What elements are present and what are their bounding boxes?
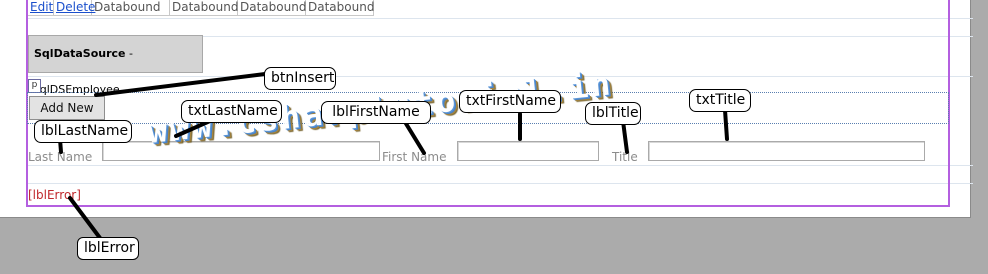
lbltitle-pointer xyxy=(621,119,629,154)
txttitle-callout: txtTitle xyxy=(689,89,751,112)
lblfirstname-callout: lblFirstName xyxy=(321,101,431,124)
btninsert-pointer xyxy=(94,72,267,97)
txtfirstname-callout: txtFirstName xyxy=(459,90,561,113)
lblerror-callout: lblError xyxy=(77,237,139,260)
txtlastname-pointer xyxy=(174,119,212,138)
lblerror-pointer xyxy=(68,196,102,240)
lbllastname-callout: lblLastName xyxy=(34,120,132,143)
txttitle-pointer xyxy=(723,108,729,141)
txtlastname-callout: txtLastName xyxy=(181,100,282,123)
callout-pointer-layer xyxy=(58,72,729,240)
lbltitle-callout: lblTitle xyxy=(585,102,641,125)
btninsert-callout: btnInsert xyxy=(264,67,336,90)
lblfirstname-pointer xyxy=(403,120,426,155)
